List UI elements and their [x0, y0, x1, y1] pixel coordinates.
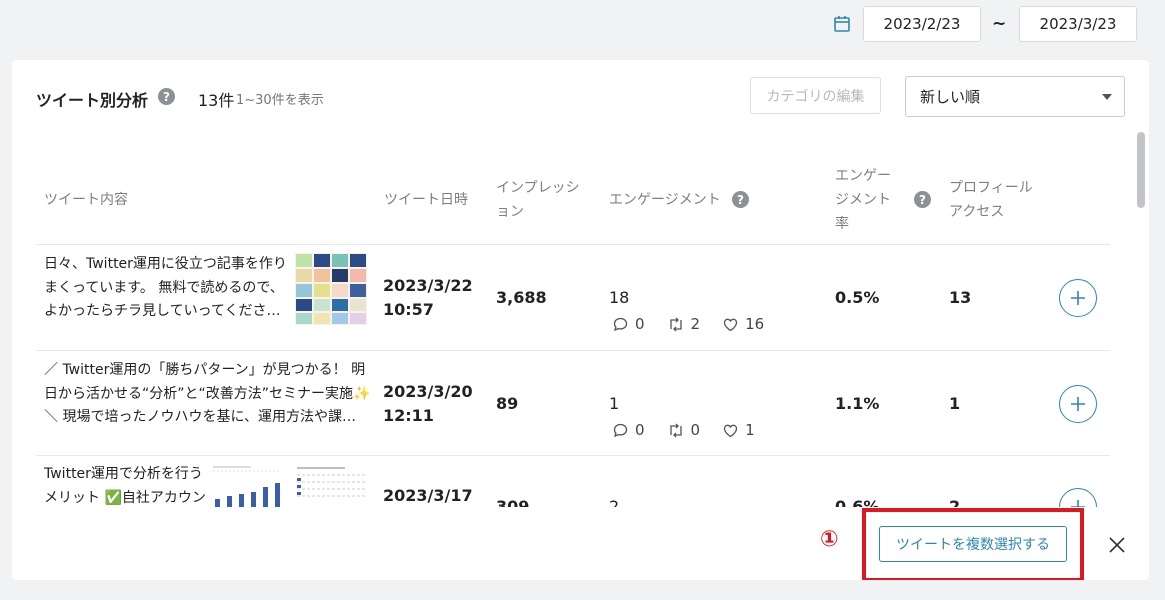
annotation-marker: ① — [820, 527, 839, 552]
scrollbar[interactable] — [1137, 132, 1145, 572]
engagement-value: 1 — [609, 394, 620, 413]
annotation-highlight-box — [862, 508, 1084, 580]
column-header-content: ツイート内容 — [44, 192, 128, 208]
reply-icon — [613, 423, 628, 437]
engagement-breakdown: 0 0 1 — [612, 421, 777, 439]
tweet-datetime: 2023/3/22 10:57 — [383, 274, 473, 322]
column-header-profile-access[interactable]: プロフィール アクセス — [949, 176, 1049, 224]
like-count-value: 16 — [745, 315, 765, 333]
column-header-impressions[interactable]: インプレッシ ョン — [496, 176, 592, 224]
chevron-down-icon — [1102, 94, 1112, 100]
reply-count-value: 0 — [635, 315, 645, 333]
like-icon — [723, 318, 738, 331]
tweet-analysis-panel: ツイート別分析 ? 13件 1~30件を表示 カテゴリの編集 新しい順 ツイート… — [12, 60, 1149, 580]
sort-select-value: 新しい順 — [920, 88, 981, 106]
impressions-value: 3,688 — [496, 288, 547, 307]
add-category-button[interactable] — [1059, 385, 1097, 423]
help-icon[interactable]: ? — [732, 191, 749, 208]
column-header-engagement[interactable]: エンゲージメント — [609, 188, 721, 212]
column-header-rate-l3: 率 — [835, 216, 849, 232]
tweet-date: 2023/3/17 — [383, 486, 473, 505]
tweet-thumbnail-image — [295, 253, 367, 325]
panel-title: ツイート別分析 — [36, 91, 149, 110]
impressions-value: 89 — [496, 394, 519, 413]
row-divider — [36, 455, 1110, 456]
reply-count: 0 — [612, 315, 645, 333]
tweet-text-line: 日々、Twitter運用に役立つ記事を作り — [44, 256, 287, 272]
retweet-count: 0 — [667, 421, 701, 439]
reply-icon — [613, 317, 628, 331]
profile-access-value: 1 — [949, 394, 961, 413]
engagement-breakdown: 0 2 16 — [612, 315, 786, 333]
help-icon[interactable]: ? — [158, 88, 175, 105]
plus-icon — [1071, 291, 1085, 305]
retweet-icon — [669, 317, 682, 331]
like-icon — [723, 424, 738, 437]
row-divider — [36, 244, 1110, 245]
tweet-time: 12:11 — [383, 406, 434, 425]
column-header-profile-l2: アクセス — [949, 204, 1005, 220]
edit-category-button[interactable]: カテゴリの編集 — [750, 77, 881, 114]
tweet-text-line: まくっています。 無料で読めるので、 — [44, 279, 284, 296]
column-header-rate-l1: エンゲー — [835, 168, 891, 184]
tweet-content: 日々、Twitter運用に役立つ記事を作り まくっています。 無料で読めるので、… — [44, 253, 298, 324]
tweet-content: ／ Twitter運用の「勝ちパターン」が見つかる！ 明 日から活かせる“分析”… — [44, 359, 370, 430]
date-range-separator: ~ — [992, 14, 1007, 34]
table-thumbnail-image — [295, 463, 367, 507]
column-header-date[interactable]: ツイート日時 — [384, 188, 468, 212]
tweet-text-line: よかったらチラ見していってくださいね。 — [44, 303, 292, 319]
like-count: 1 — [722, 421, 755, 439]
engagement-rate-value: 1.1% — [835, 394, 880, 413]
date-to-input[interactable]: 2023/3/23 — [1019, 6, 1137, 42]
retweet-count-value: 0 — [690, 421, 701, 439]
like-count: 16 — [722, 315, 764, 333]
scroll-thumb[interactable] — [1137, 132, 1145, 208]
column-header-engagement-rate[interactable]: エンゲー ジメント 率 — [835, 164, 905, 236]
tweet-datetime: 2023/3/20 12:11 — [383, 380, 473, 428]
tweet-text-line: Twitter運用で分析を行う — [44, 466, 203, 482]
retweet-count: 2 — [667, 315, 701, 333]
column-header-impressions-l1: インプレッシ — [496, 180, 580, 196]
column-header-profile-l1: プロフィール — [949, 180, 1033, 196]
row-divider — [36, 350, 1110, 351]
retweet-count-value: 2 — [690, 315, 701, 333]
profile-access-value: 13 — [949, 288, 972, 307]
add-category-button[interactable] — [1059, 279, 1097, 317]
result-count: 13件 — [198, 91, 235, 110]
chart-thumbnail-image — [211, 463, 291, 507]
tweet-time: 10:57 — [383, 300, 434, 319]
result-range: 1~30件を表示 — [236, 93, 324, 108]
tweet-text-line: ／ Twitter運用の「勝ちパターン」が見つかる！ 明 — [44, 362, 366, 378]
tweet-datetime: 2023/3/17 — [383, 484, 473, 508]
close-icon[interactable] — [1106, 534, 1128, 556]
column-header-impressions-l2: ョン — [496, 204, 524, 220]
tweet-content: Twitter運用で分析を行う メリット ✅自社アカウン — [44, 463, 214, 510]
engagement-rate-value: 0.5% — [835, 288, 880, 307]
reply-count-value: 0 — [635, 421, 645, 439]
tweet-date: 2023/3/20 — [383, 382, 473, 401]
plus-icon — [1071, 397, 1085, 411]
calendar-icon[interactable] — [832, 14, 852, 34]
tweet-date: 2023/3/22 — [383, 276, 473, 295]
help-icon[interactable]: ? — [914, 191, 931, 208]
date-from-input[interactable]: 2023/2/23 — [863, 6, 981, 42]
retweet-icon — [669, 423, 682, 437]
sort-select[interactable]: 新しい順 — [905, 76, 1125, 117]
reply-count: 0 — [612, 421, 645, 439]
engagement-value: 18 — [609, 288, 630, 307]
like-count-value: 1 — [745, 421, 755, 439]
tweet-text-line: 日から活かせる“分析”と“改善方法”セミナー実施✨ — [44, 385, 371, 402]
tweet-text-line: ＼ 現場で培ったノウハウを基に、運用方法や課題を — [44, 409, 366, 425]
column-header-rate-l2: ジメント — [835, 192, 891, 208]
